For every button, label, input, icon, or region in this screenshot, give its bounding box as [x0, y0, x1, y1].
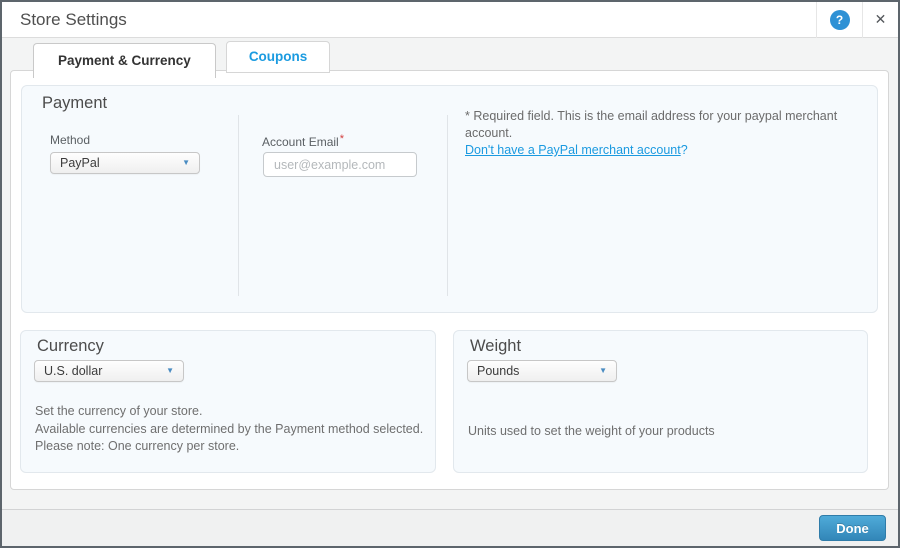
weight-section: Weight Pounds ▼ Units used to set the we…: [453, 330, 868, 473]
merchant-link-line: Don't have a PayPal merchant account?: [465, 142, 867, 159]
payment-method-dropdown[interactable]: PayPal ▼: [50, 152, 200, 174]
settings-content: Payment Method PayPal ▼ Account Email* *…: [10, 70, 889, 490]
close-button[interactable]: ✕: [862, 2, 898, 38]
link-question-mark: ?: [680, 143, 688, 157]
required-asterisk: *: [339, 133, 344, 145]
help-button[interactable]: ?: [816, 2, 862, 38]
payment-heading: Payment: [42, 94, 108, 112]
weight-description: Units used to set the weight of your pro…: [468, 424, 715, 438]
close-icon: ✕: [874, 11, 887, 27]
currency-heading: Currency: [37, 337, 104, 355]
paypal-merchant-link[interactable]: Don't have a PayPal merchant account: [465, 143, 681, 157]
page-title: Store Settings: [20, 9, 127, 29]
tab-payment-currency[interactable]: Payment & Currency: [33, 43, 216, 78]
chevron-down-icon: ▼: [599, 366, 607, 375]
required-note-line1: * Required field. This is the email addr…: [465, 109, 838, 123]
tab-bar: Payment & Currency Coupons: [33, 41, 331, 78]
weight-heading: Weight: [470, 337, 522, 355]
method-label: Method: [50, 133, 91, 147]
account-email-label: Account Email*: [262, 133, 344, 149]
chevron-down-icon: ▼: [182, 158, 190, 167]
currency-dropdown[interactable]: U.S. dollar ▼: [34, 360, 184, 382]
column-divider: [447, 115, 448, 296]
help-icon: ?: [829, 9, 850, 30]
payment-notes: * Required field. This is the email addr…: [465, 108, 867, 159]
tab-coupons[interactable]: Coupons: [225, 41, 331, 73]
currency-section: Currency U.S. dollar ▼ Set the currency …: [20, 330, 436, 473]
dialog-header: Store Settings ? ✕: [2, 2, 898, 38]
account-email-field[interactable]: [263, 152, 417, 177]
currency-value: U.S. dollar: [44, 364, 103, 378]
done-button[interactable]: Done: [819, 515, 886, 541]
store-settings-dialog: Store Settings ? ✕ Payment & Currency Co…: [0, 0, 900, 548]
payment-section: Payment Method PayPal ▼ Account Email* *…: [21, 85, 878, 313]
payment-method-value: PayPal: [60, 156, 100, 170]
weight-value: Pounds: [477, 364, 520, 378]
dialog-footer: Done: [2, 509, 898, 546]
weight-dropdown[interactable]: Pounds ▼: [467, 360, 617, 382]
column-divider: [238, 115, 239, 296]
currency-description: Set the currency of your store. Availabl…: [35, 404, 424, 453]
chevron-down-icon: ▼: [166, 366, 174, 375]
required-note-line2: account.: [465, 126, 513, 140]
